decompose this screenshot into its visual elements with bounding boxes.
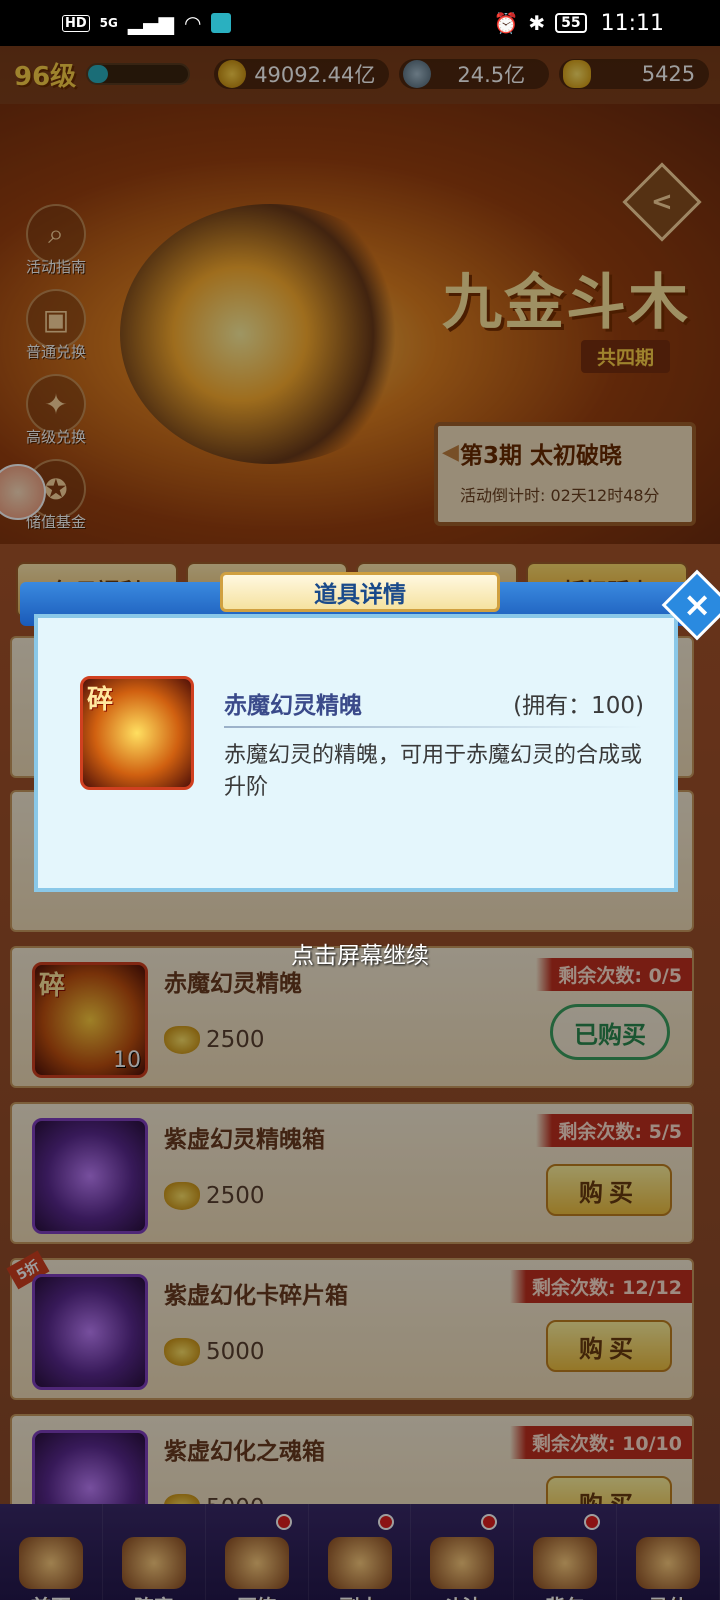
divider xyxy=(224,726,644,728)
status-bar: HD 5G ▂▄▆ ◠ ⏰ ✱ 55 11:11 xyxy=(0,0,720,46)
item-detail-name: 赤魔幻灵精魄 xyxy=(224,693,362,719)
modal-body: 碎 赤魔幻灵精魄 (拥有：100) 赤魔幻灵的精魄，可用于赤魔幻灵的合成或升阶 xyxy=(34,614,678,892)
signal-icon: ▂▄▆ xyxy=(127,11,175,35)
alarm-icon: ⏰ xyxy=(493,11,519,35)
owned-count: (拥有：100) xyxy=(513,693,644,719)
wifi-icon: ◠ xyxy=(184,11,202,35)
item-description: 赤魔幻灵的精魄，可用于赤魔幻灵的合成或升阶 xyxy=(224,743,643,800)
hd-indicator: HD xyxy=(62,14,90,32)
network-label: 5G xyxy=(99,16,118,30)
modal-title: 道具详情 xyxy=(220,572,500,612)
battery-indicator: 55 xyxy=(555,13,587,33)
close-icon: × xyxy=(682,585,712,625)
app-notification-icon xyxy=(211,13,232,33)
phoenix-shard-icon: 碎 xyxy=(80,676,194,790)
item-detail-modal: 碎 赤魔幻灵精魄 (拥有：100) 赤魔幻灵的精魄，可用于赤魔幻灵的合成或升阶 … xyxy=(20,569,720,912)
shard-badge: 碎 xyxy=(87,685,114,715)
clock: 11:11 xyxy=(600,10,664,36)
bluetooth-icon: ✱ xyxy=(528,11,546,35)
continue-hint: 点击屏幕继续 xyxy=(291,943,429,969)
